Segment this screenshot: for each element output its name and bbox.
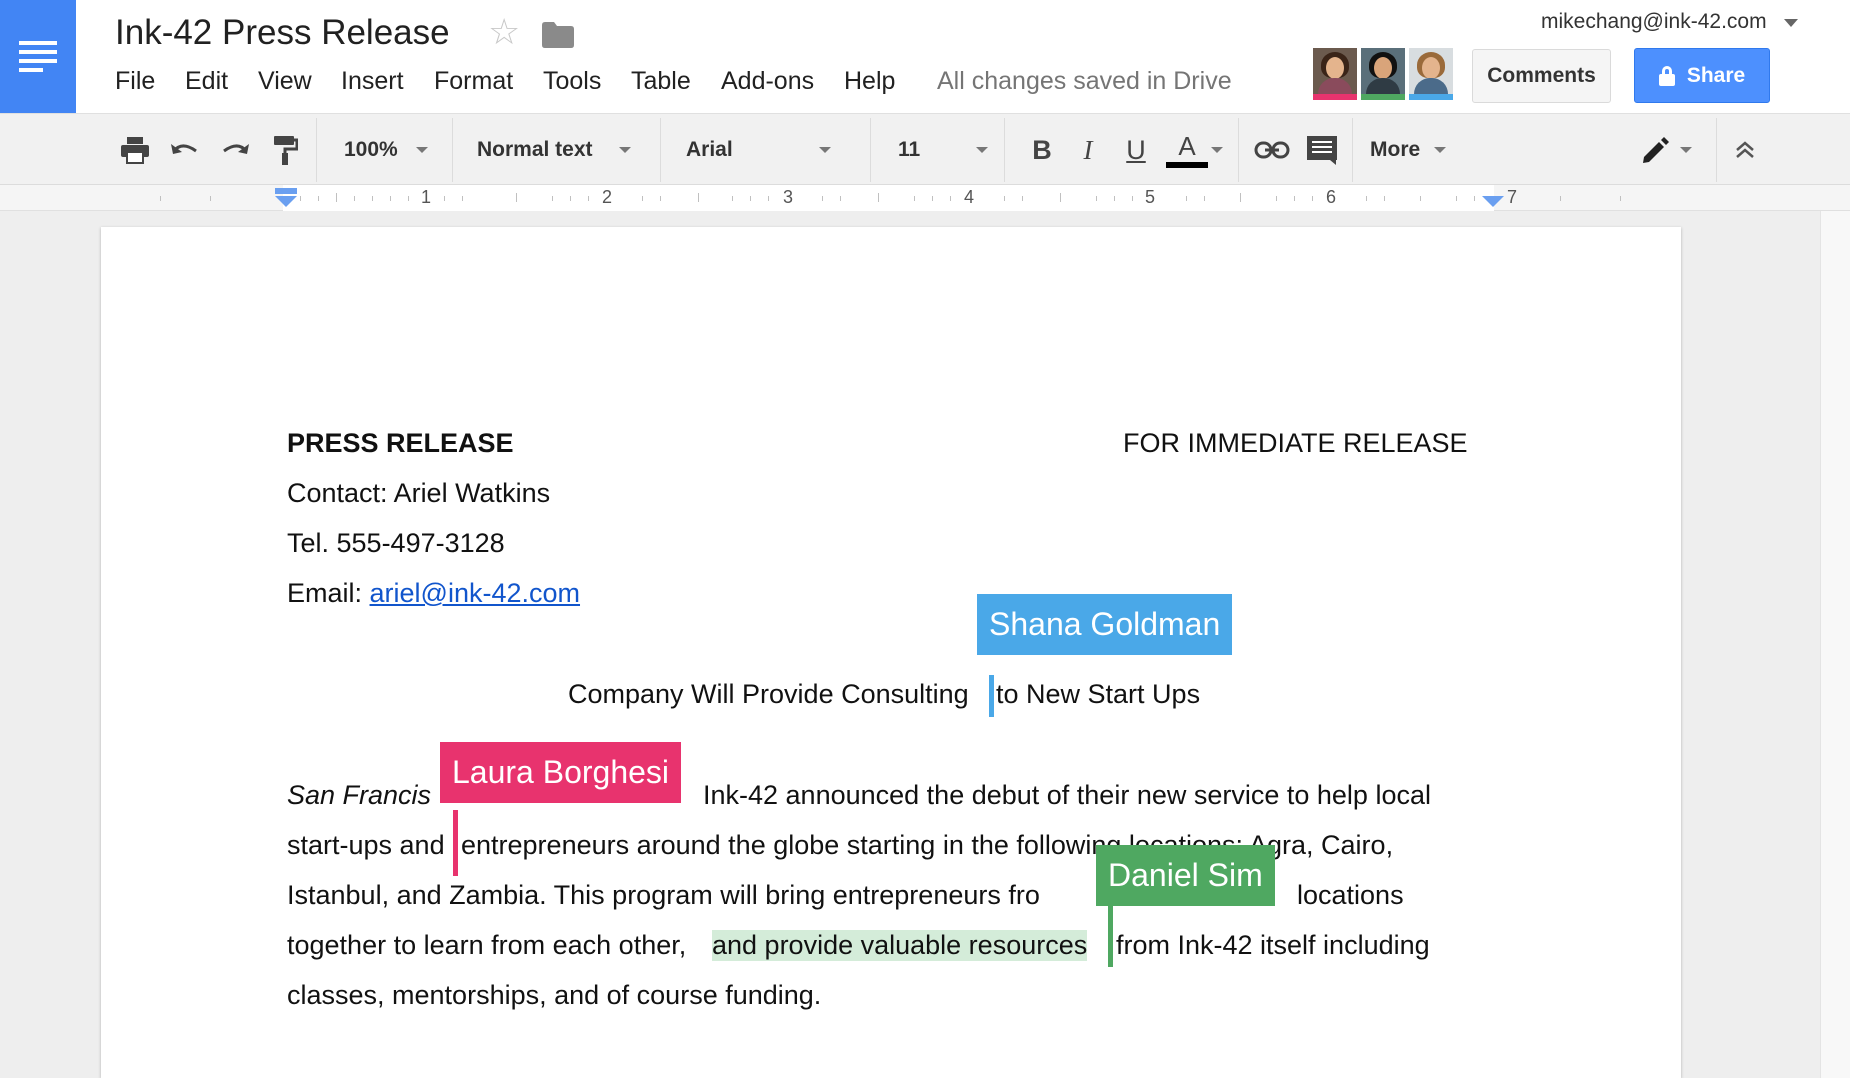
document-canvas: PRESS RELEASE FOR IMMEDIATE RELEASE Cont…: [0, 211, 1850, 1078]
paragraph-style-select[interactable]: Normal text: [477, 114, 639, 186]
menu-insert[interactable]: Insert: [341, 67, 404, 96]
email-line: Email: ariel@ink-42.com: [287, 578, 580, 609]
collaborator-cursor-daniel: [1108, 897, 1113, 967]
avatar-collaborator-shana[interactable]: [1409, 48, 1453, 100]
contact-line: Contact: Ariel Watkins: [287, 478, 551, 508]
underline-icon: U: [1126, 134, 1146, 165]
share-button-label: Share: [1686, 63, 1746, 87]
highlighted-selection-daniel: and provide valuable resources: [712, 930, 1088, 961]
more-button[interactable]: More: [1370, 114, 1460, 186]
ruler-number: 2: [602, 187, 613, 207]
paragraph-line-5: classes, mentorships, and of course fund…: [287, 980, 822, 1010]
collapse-toolbar-icon[interactable]: [1730, 114, 1760, 186]
italic-icon: I: [1083, 134, 1093, 165]
chevron-down-icon: [1434, 147, 1447, 153]
right-indent-marker[interactable]: [1482, 196, 1504, 207]
paragraph-line-1b: Ink-42 announced the debut of their new …: [703, 780, 1431, 810]
ruler-number: 3: [783, 187, 794, 207]
menu-file[interactable]: File: [115, 67, 155, 96]
underline-button[interactable]: U: [1118, 114, 1154, 186]
paragraph-line-3a: Istanbul, and Zambia. This program will …: [287, 880, 1040, 910]
paragraph-style-value: Normal text: [477, 138, 593, 161]
chevron-down-icon: [618, 147, 631, 153]
collaborator-flag-daniel: Daniel Sim: [1096, 845, 1275, 906]
paragraph-line-4b: from Ink-42 itself including: [1116, 930, 1430, 960]
print-icon[interactable]: [116, 114, 154, 186]
font-family-select[interactable]: Arial: [686, 114, 846, 186]
collaborator-flag-shana: Shana Goldman: [977, 594, 1233, 655]
app-header: Ink-42 Press Release ☆ File Edit View In…: [0, 0, 1850, 113]
first-line-indent-marker[interactable]: [275, 188, 297, 194]
left-indent-marker[interactable]: [275, 196, 297, 207]
more-label: More: [1370, 138, 1421, 161]
bold-button[interactable]: B: [1024, 114, 1060, 186]
header-right: FOR IMMEDIATE RELEASE: [1123, 428, 1468, 458]
ruler-number: 1: [421, 187, 432, 207]
collaborator-cursor-laura: [453, 810, 458, 876]
font-family-value: Arial: [686, 138, 733, 161]
pencil-icon: [1643, 137, 1669, 163]
avatar-collaborator-laura[interactable]: [1313, 48, 1357, 100]
menu-help[interactable]: Help: [844, 67, 895, 96]
chevron-down-icon: [976, 147, 989, 153]
chevron-down-icon[interactable]: [1784, 19, 1798, 27]
text-color-dropdown[interactable]: [1211, 114, 1225, 186]
menu-table[interactable]: Table: [631, 67, 691, 96]
document-title[interactable]: Ink-42 Press Release: [115, 13, 450, 53]
ruler-number: 5: [1145, 187, 1156, 207]
chevron-down-icon: [1680, 147, 1692, 153]
ruler-number: 4: [964, 187, 975, 207]
star-icon[interactable]: ☆: [488, 14, 520, 50]
paragraph-line-1a: San Francis: [287, 780, 432, 810]
italic-button[interactable]: I: [1070, 114, 1106, 186]
document-page[interactable]: PRESS RELEASE FOR IMMEDIATE RELEASE Cont…: [101, 227, 1681, 1078]
avatar-collaborator-daniel[interactable]: [1361, 48, 1405, 100]
chevron-down-icon: [1211, 147, 1223, 153]
menu-tools[interactable]: Tools: [543, 67, 601, 96]
folder-icon[interactable]: [542, 22, 574, 48]
header-left: PRESS RELEASE: [287, 428, 514, 458]
collaborator-cursor-shana: [989, 675, 994, 717]
insert-link-icon[interactable]: [1250, 114, 1294, 186]
font-size-select[interactable]: 11: [898, 114, 989, 186]
menu-addons[interactable]: Add-ons: [721, 67, 814, 96]
chevron-down-icon: [818, 147, 831, 153]
paragraph-line-2a: start-ups and: [287, 830, 445, 860]
paragraph-line-3b: locations: [1297, 880, 1404, 910]
ruler-number: 6: [1326, 187, 1337, 207]
scrollbar[interactable]: [1820, 211, 1850, 1078]
docs-home-icon[interactable]: [0, 0, 76, 113]
undo-icon[interactable]: [165, 114, 205, 186]
ruler: 1 2 3 4 5 6 7: [0, 185, 1850, 211]
bold-icon: B: [1032, 134, 1052, 165]
collaborator-flag-laura: Laura Borghesi: [440, 742, 682, 803]
email-link[interactable]: ariel@ink-42.com: [370, 578, 580, 608]
redo-icon[interactable]: [215, 114, 255, 186]
zoom-select[interactable]: 100%: [344, 114, 444, 186]
ruler-number: 7: [1507, 187, 1518, 207]
headline-part-1: Company Will Provide Consulting: [568, 679, 969, 709]
paragraph-line-4a: together to learn from each other,: [287, 930, 687, 960]
chevron-down-icon: [415, 147, 428, 153]
font-size-value: 11: [898, 138, 921, 161]
comments-button[interactable]: Comments: [1472, 49, 1611, 103]
headline-part-2: to New Start Ups: [996, 679, 1201, 709]
email-label: Email:: [287, 578, 370, 608]
tel-line: Tel. 555-497-3128: [287, 528, 505, 558]
share-button[interactable]: Share: [1634, 48, 1770, 103]
collaborator-color-laura: [1313, 94, 1357, 100]
menu-edit[interactable]: Edit: [185, 67, 228, 96]
menu-format[interactable]: Format: [434, 67, 513, 96]
account-email[interactable]: mikechang@ink-42.com: [1541, 10, 1767, 34]
insert-comment-icon[interactable]: [1302, 114, 1342, 186]
text-color-button[interactable]: A: [1163, 114, 1211, 186]
zoom-value: 100%: [344, 138, 398, 161]
editing-mode-button[interactable]: [1640, 114, 1700, 186]
menu-view[interactable]: View: [258, 67, 312, 96]
paint-format-icon[interactable]: [265, 114, 305, 186]
lock-icon: [1658, 65, 1675, 86]
save-status[interactable]: All changes saved in Drive: [937, 67, 1232, 96]
text-color-icon: A: [1178, 130, 1196, 161]
toolbar: 100% Normal text Arial 11 B I U A More: [0, 113, 1850, 185]
